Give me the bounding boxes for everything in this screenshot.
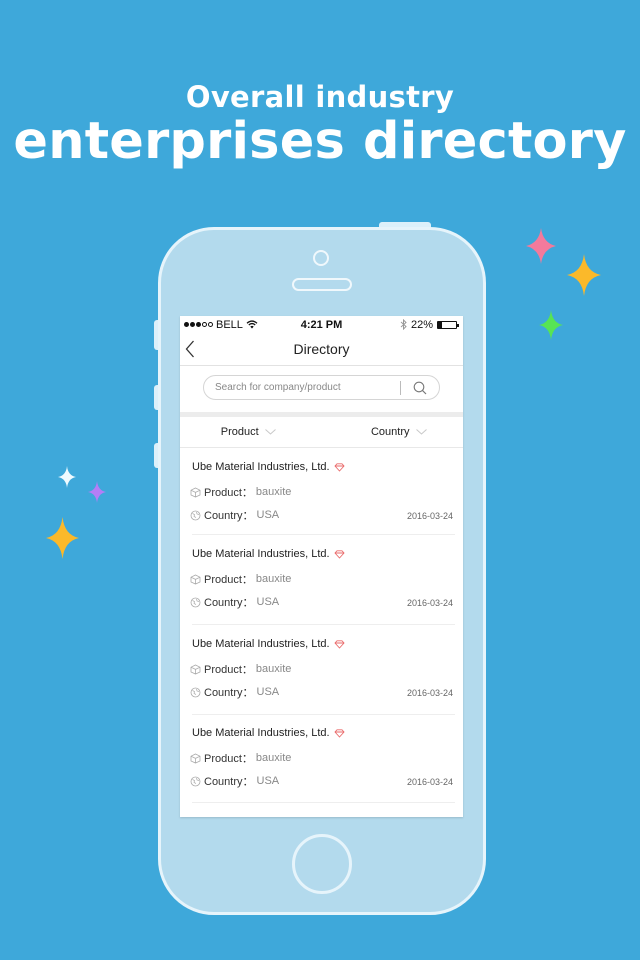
sparkle-pink-icon xyxy=(526,228,556,264)
status-bar: BELL 4:21 PM 22% xyxy=(180,316,463,333)
chevron-down-icon xyxy=(415,429,427,435)
battery-percent: 22% xyxy=(410,318,433,331)
country-value: USA xyxy=(256,596,280,608)
list-item[interactable]: Ube Material Industries, Ltd. Product： ba… xyxy=(190,715,455,803)
box-icon xyxy=(190,664,201,674)
box-icon xyxy=(190,753,201,763)
sparkle-yellow-icon xyxy=(567,254,601,296)
company-list: Ube Material Industries, Ltd. Product： ba… xyxy=(180,448,463,803)
globe-icon xyxy=(190,510,201,520)
diamond-icon xyxy=(333,728,345,738)
search-placeholder: Search for company/product xyxy=(215,382,341,393)
app-screen: BELL 4:21 PM 22% Directory Search for co… xyxy=(180,316,463,817)
filter-product[interactable]: Product xyxy=(180,426,313,438)
sparkle-yellow-large-icon xyxy=(46,517,79,559)
box-icon xyxy=(190,574,201,584)
promo-headline-line1: Overall industry xyxy=(185,80,455,114)
country-value: USA xyxy=(256,509,280,521)
chevron-left-icon xyxy=(185,340,194,358)
battery-icon xyxy=(437,320,459,329)
diamond-icon xyxy=(333,549,345,559)
phone-home-button xyxy=(292,834,352,894)
chevron-down-icon xyxy=(264,429,276,435)
sparkle-green-icon xyxy=(539,310,563,340)
country-label: Country： xyxy=(204,687,254,699)
search-area: Search for company/product xyxy=(180,366,463,417)
bluetooth-icon xyxy=(400,319,407,330)
globe-icon xyxy=(190,687,201,697)
wifi-icon xyxy=(246,320,258,329)
diamond-icon xyxy=(333,639,345,649)
product-label: Product： xyxy=(204,664,253,676)
navigation-bar: Directory xyxy=(180,333,463,366)
globe-icon xyxy=(190,597,201,607)
item-date: 2016-03-24 xyxy=(406,511,453,521)
company-name: Ube Material Industries, Ltd. xyxy=(192,727,330,739)
country-value: USA xyxy=(256,775,280,787)
box-icon xyxy=(190,487,201,497)
signal-strength-icon xyxy=(184,322,213,327)
country-label: Country： xyxy=(204,597,254,609)
country-value: USA xyxy=(256,686,280,698)
promo-headline-line2: enterprises directory xyxy=(13,112,627,171)
list-item[interactable]: Ube Material Industries, Ltd. Product： ba… xyxy=(190,448,455,535)
globe-icon xyxy=(190,776,201,786)
product-value: bauxite xyxy=(255,663,292,675)
product-label: Product： xyxy=(204,574,253,586)
filter-country-label: Country xyxy=(370,426,410,438)
company-name: Ube Material Industries, Ltd. xyxy=(192,548,330,560)
item-date: 2016-03-24 xyxy=(406,688,453,698)
list-item[interactable]: Ube Material Industries, Ltd. Product： ba… xyxy=(190,625,455,715)
page-title: Directory xyxy=(293,341,350,357)
search-input[interactable]: Search for company/product xyxy=(203,375,440,400)
item-date: 2016-03-24 xyxy=(406,777,453,787)
item-date: 2016-03-24 xyxy=(406,598,453,608)
product-value: bauxite xyxy=(255,486,292,498)
sparkle-white-icon xyxy=(58,466,76,488)
filter-bar: Product Country xyxy=(180,417,463,448)
phone-speaker xyxy=(292,278,352,291)
product-value: bauxite xyxy=(255,573,292,585)
filter-country[interactable]: Country xyxy=(313,426,464,438)
carrier-label: BELL xyxy=(216,318,243,331)
country-label: Country： xyxy=(204,776,254,788)
country-label: Country： xyxy=(204,510,254,522)
company-name: Ube Material Industries, Ltd. xyxy=(192,638,330,650)
search-divider xyxy=(400,381,401,395)
search-icon[interactable] xyxy=(413,381,427,395)
product-label: Product： xyxy=(204,487,253,499)
diamond-icon xyxy=(333,462,345,472)
list-item[interactable]: Ube Material Industries, Ltd. Product： ba… xyxy=(190,535,455,625)
company-name: Ube Material Industries, Ltd. xyxy=(192,461,330,473)
phone-camera xyxy=(313,250,329,266)
back-button[interactable] xyxy=(185,339,203,359)
filter-product-label: Product xyxy=(220,426,259,438)
product-value: bauxite xyxy=(255,752,292,764)
sparkle-purple-icon xyxy=(88,481,106,503)
product-label: Product： xyxy=(204,753,253,765)
